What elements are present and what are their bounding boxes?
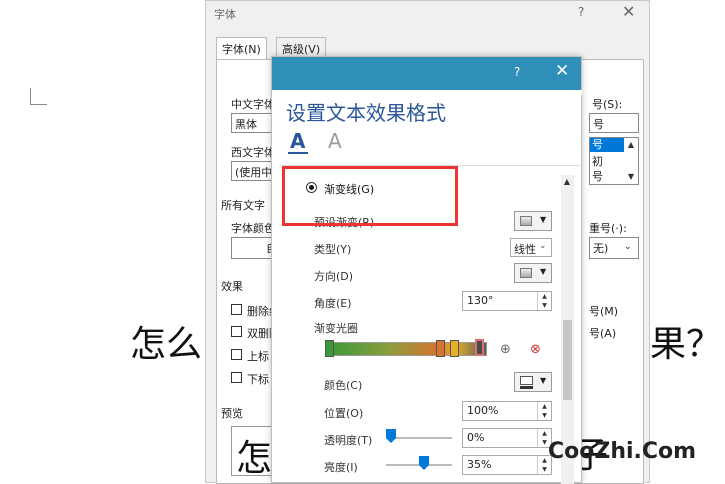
- dropdown-arrow-icon: ▼: [540, 215, 547, 224]
- type-dropdown[interactable]: 线性 ⌄: [510, 238, 552, 257]
- scroll-down-icon[interactable]: ▼: [624, 170, 638, 184]
- brightness-value: 35%: [467, 458, 492, 471]
- font-size-list-item[interactable]: 号: [590, 138, 624, 152]
- font-dialog-help-button[interactable]: ?: [578, 5, 584, 19]
- gradient-stop-handle[interactable]: [436, 340, 445, 357]
- font-color-label: 字体颜色: [231, 222, 275, 235]
- brightness-slider-thumb[interactable]: [419, 456, 429, 470]
- angle-label: 角度(E): [314, 297, 352, 310]
- scroll-thumb[interactable]: [563, 320, 572, 400]
- direction-label: 方向(D): [314, 270, 354, 283]
- gradient-stops-bar[interactable]: [327, 342, 487, 356]
- spinner-arrows-icon[interactable]: ▲ ▼: [537, 292, 551, 310]
- brightness-spinner[interactable]: 35% ▲ ▼: [462, 455, 552, 475]
- position-value: 100%: [467, 404, 499, 417]
- font-size-list[interactable]: 号 初 号 ▲ ▼: [589, 137, 639, 185]
- small-caps-label: 号(M): [589, 305, 619, 318]
- chevron-down-icon: ⌄: [624, 242, 632, 252]
- direction-swatch-icon: [520, 268, 532, 278]
- chinese-font-label: 中文字体: [231, 98, 275, 111]
- remove-stop-icon[interactable]: ⊗: [530, 342, 548, 360]
- brightness-label: 亮度(I): [324, 461, 358, 474]
- chevron-down-icon: ⌄: [539, 241, 547, 251]
- color-label: 颜色(C): [324, 379, 363, 392]
- gradient-stop-handle-selected[interactable]: [475, 339, 484, 356]
- tab-font[interactable]: 字体(N): [216, 37, 267, 61]
- spinner-arrows-icon[interactable]: ▲ ▼: [537, 402, 551, 420]
- gradient-stops-label: 渐变光圈: [314, 322, 358, 335]
- font-size-list-item[interactable]: 号: [592, 168, 603, 184]
- font-dialog-close-button[interactable]: ✕: [622, 2, 635, 21]
- double-strikethrough-checkbox[interactable]: [231, 326, 242, 337]
- preset-gradient-dropdown[interactable]: ▼: [514, 211, 552, 231]
- transparency-slider-thumb[interactable]: [386, 429, 396, 443]
- pen-color-icon: [520, 376, 533, 385]
- transparency-spinner[interactable]: 0% ▲ ▼: [462, 428, 552, 448]
- effects-group-label: 效果: [221, 280, 243, 293]
- watermark-logo: CooZhi.Com: [548, 439, 697, 464]
- font-size-field[interactable]: 号: [589, 113, 639, 133]
- emphasis-mark-value: 无): [593, 242, 609, 255]
- position-spinner[interactable]: 100% ▲ ▼: [462, 401, 552, 421]
- transparency-label: 透明度(T): [324, 434, 373, 447]
- scroll-up-icon[interactable]: ▲: [560, 175, 574, 189]
- emphasis-mark-label: 重号(·):: [589, 222, 627, 235]
- direction-dropdown[interactable]: ▼: [514, 263, 552, 283]
- gradient-stop-handle[interactable]: [325, 340, 334, 357]
- page-corner-mark: [30, 88, 47, 105]
- color-dropdown[interactable]: ▼: [514, 372, 552, 392]
- effects-titlebar: ? ✕: [272, 57, 581, 90]
- superscript-checkbox[interactable]: [231, 349, 242, 360]
- effects-help-button[interactable]: ?: [514, 65, 520, 79]
- dropdown-arrow-icon: ▼: [540, 376, 547, 385]
- preview-text-left: 怎: [236, 438, 273, 479]
- angle-value: 130°: [467, 294, 494, 307]
- subscript-label: 下标: [247, 373, 269, 386]
- angle-spinner[interactable]: 130° ▲ ▼: [462, 291, 552, 311]
- highlight-box: [282, 166, 458, 226]
- gradient-stop-handle[interactable]: [450, 340, 459, 357]
- font-size-list-item[interactable]: 初: [592, 153, 603, 169]
- font-dialog-title: 字体: [214, 8, 236, 21]
- western-font-label: 西文字体: [231, 146, 275, 159]
- dropdown-arrow-icon: ▼: [540, 267, 547, 276]
- transparency-value: 0%: [467, 431, 485, 444]
- emphasis-mark-dropdown[interactable]: 无) ⌄: [589, 237, 639, 259]
- all-caps-label: 号(A): [589, 327, 617, 340]
- position-label: 位置(O): [324, 407, 364, 420]
- type-value: 线性: [514, 243, 536, 256]
- subscript-checkbox[interactable]: [231, 372, 242, 383]
- gradient-swatch-icon: [520, 216, 532, 226]
- titlebar-gap: [272, 90, 582, 95]
- strikethrough-checkbox[interactable]: [231, 304, 242, 315]
- document-text-left: 怎么: [130, 324, 203, 365]
- preview-label: 预览: [221, 407, 243, 420]
- text-effects-tab-icon[interactable]: A: [328, 129, 342, 153]
- all-text-label: 所有文字: [221, 199, 265, 212]
- superscript-label: 上标: [247, 350, 269, 363]
- text-fill-outline-tab-icon[interactable]: A: [290, 129, 305, 153]
- effects-heading: 设置文本效果格式: [286, 101, 446, 125]
- type-label: 类型(Y): [314, 243, 352, 256]
- font-size-label: 号(S):: [592, 98, 623, 111]
- color-bar: [520, 386, 533, 389]
- add-stop-icon[interactable]: ⊕: [500, 342, 518, 360]
- tab-underline: [288, 152, 308, 154]
- scroll-up-icon[interactable]: ▲: [624, 138, 638, 152]
- document-text-right: 果？: [650, 324, 723, 365]
- text-effects-pane: ? ✕ 设置文本效果格式 A A ▲ 渐变线(G) 预设渐变(R) ▼ 类型(Y…: [271, 56, 582, 484]
- effects-close-button[interactable]: ✕: [555, 61, 569, 81]
